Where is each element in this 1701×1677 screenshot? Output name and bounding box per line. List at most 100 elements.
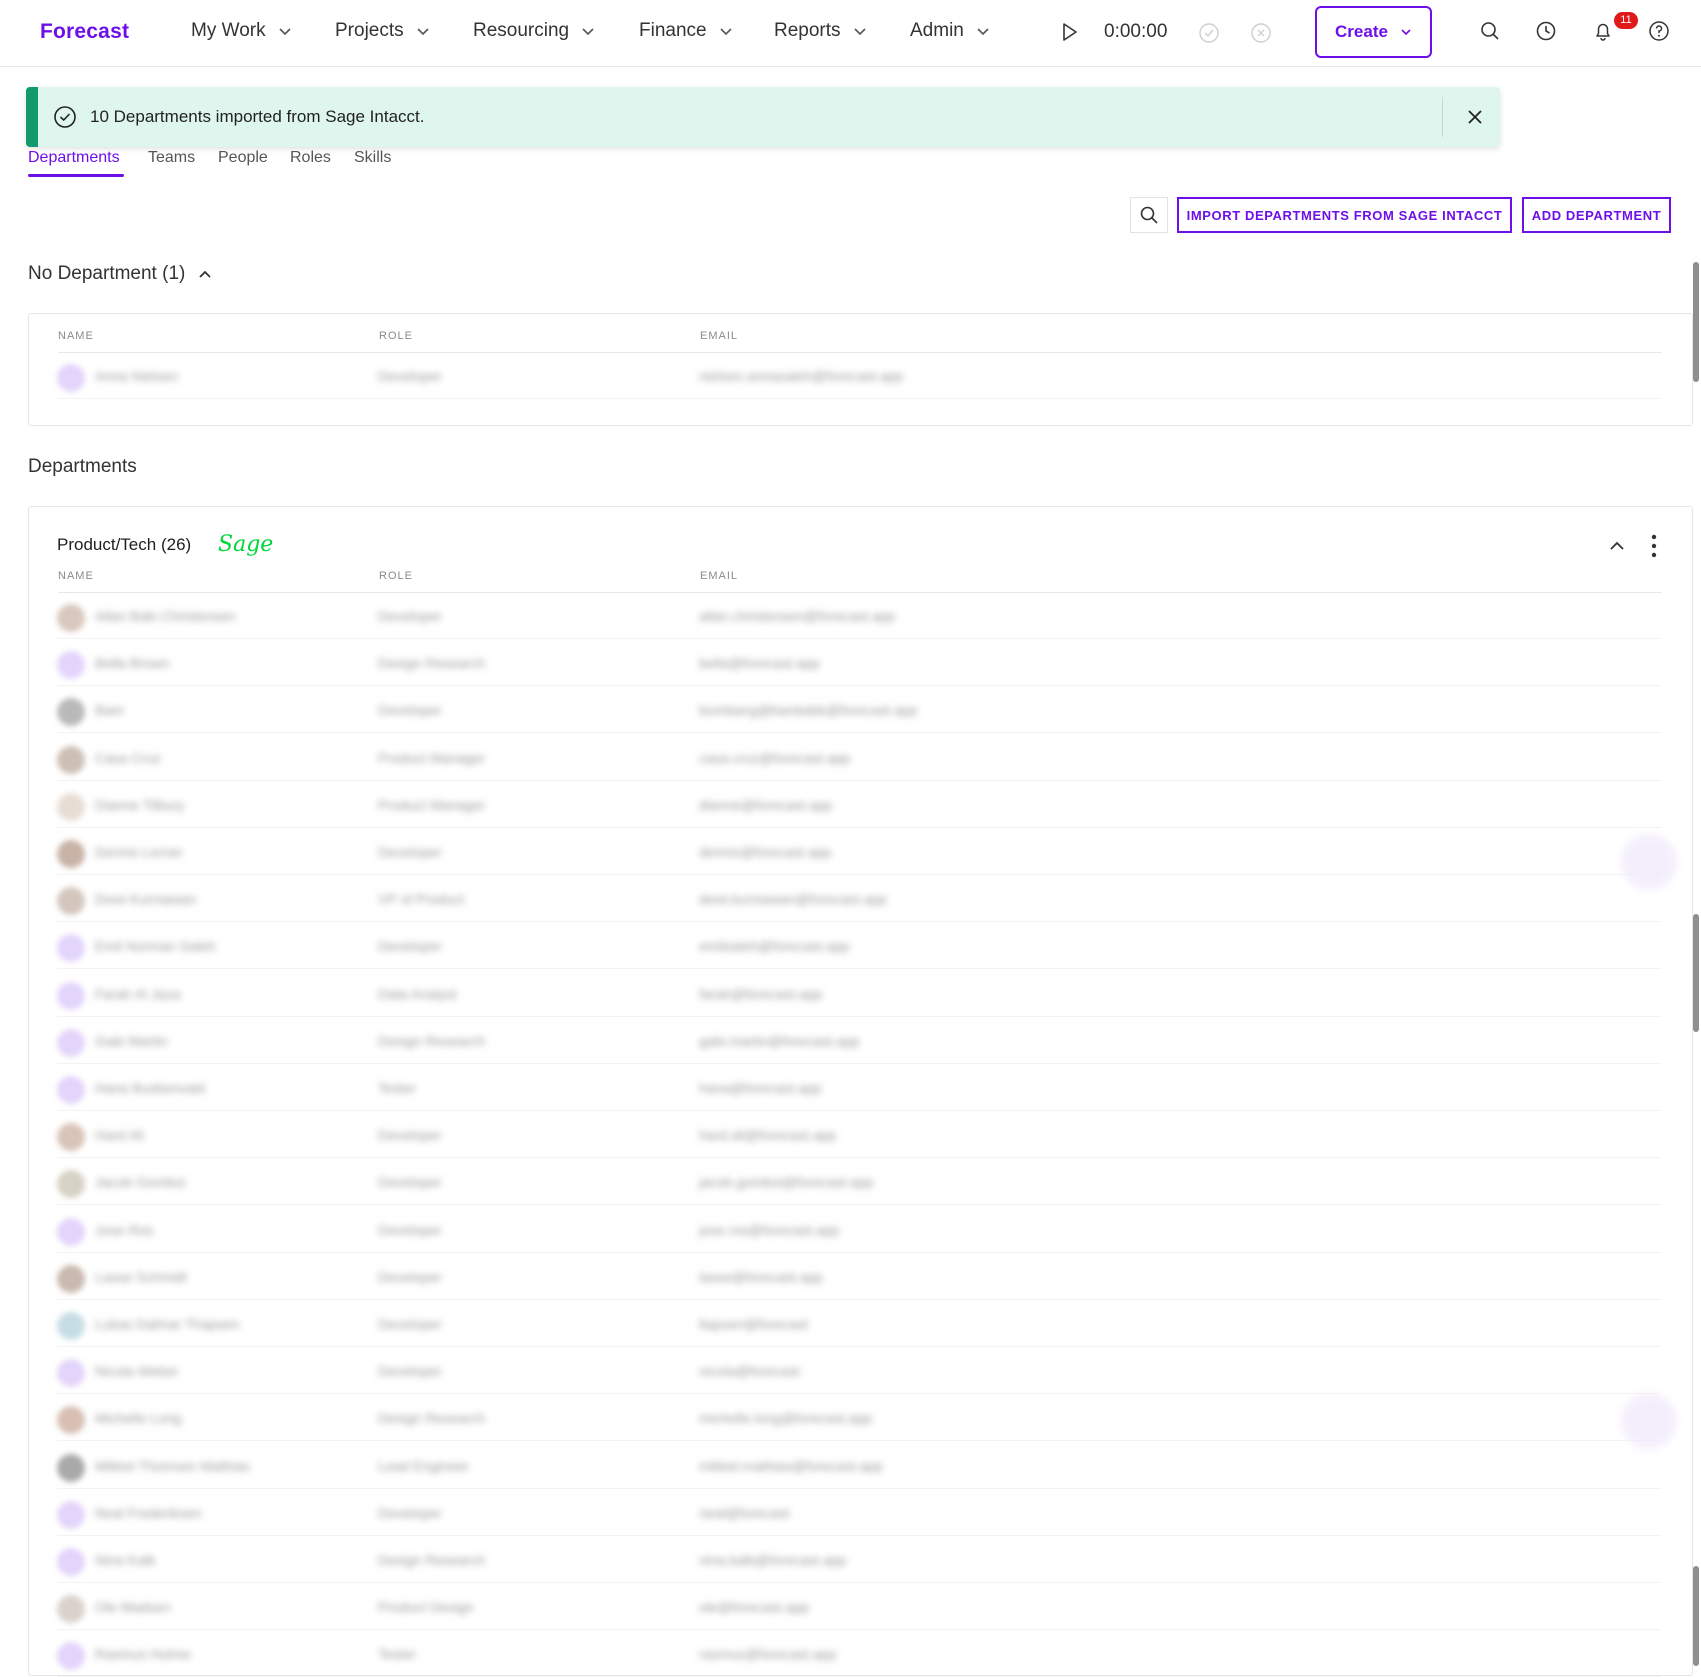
no-department-title: No Department	[28, 263, 157, 284]
person-email: dewi.kurniawan@forecast.app	[699, 891, 887, 908]
toast-accent-bar	[26, 87, 38, 147]
history-icon[interactable]	[1535, 20, 1557, 42]
table-row[interactable]: Gabi Martin Design Research gabi.martin@fo…	[57, 1017, 1661, 1064]
person-role: Design Research	[378, 1552, 486, 1568]
person-name: Casa Cruz	[95, 749, 162, 766]
person-role: Design Research	[378, 1410, 486, 1427]
play-icon[interactable]	[1058, 21, 1080, 43]
check-circle-icon[interactable]	[1198, 22, 1220, 44]
person-name: Allan Baki Christensen	[95, 608, 236, 624]
nav-reports[interactable]: Reports	[774, 20, 867, 42]
avatar	[57, 1548, 85, 1576]
person-name: Bella Brown	[95, 655, 170, 672]
avatar	[57, 1595, 85, 1624]
active-tab-indicator	[28, 174, 124, 177]
person-role: Developer	[378, 844, 442, 860]
table-row[interactable]: Dewi Kurniawan VP of Product dewi.kurniawa…	[57, 875, 1661, 923]
table-row[interactable]: Michelle Long Design Research michelle.lon…	[57, 1394, 1661, 1442]
person-email: jacob.gomboi@forecast.app	[699, 1174, 874, 1191]
create-button[interactable]: Create	[1315, 6, 1432, 58]
table-row[interactable]: Hana Buskenvald Tester hana@forecast.app	[57, 1064, 1661, 1111]
avatar	[57, 745, 85, 774]
table-row[interactable]: Ole Madsen Product Design ole@forecast.app	[57, 1583, 1661, 1631]
nav-finance-label: Finance	[639, 20, 707, 41]
person-name: Dennis Lerner	[95, 844, 183, 860]
column-header-role: ROLE	[379, 570, 413, 582]
table-row[interactable]: Lukas Dalmar Thapsen Developer ltapsen@for…	[57, 1300, 1661, 1347]
person-email: casa.cruz@forecast.app	[699, 749, 851, 766]
person-email: michelle.long@forecast.app	[699, 1410, 872, 1427]
table-row[interactable]: Dianne Tilbury Product Manager dianne@fore…	[57, 781, 1661, 828]
more-vertical-icon[interactable]	[1644, 532, 1664, 560]
person-name: Anna Nielsen	[95, 368, 179, 384]
tab-teams[interactable]: Teams	[148, 149, 195, 167]
notification-badge: 11	[1614, 12, 1638, 29]
table-row[interactable]: Hard Ali Developer hard.ali@forecast.app	[57, 1111, 1661, 1159]
avatar	[57, 840, 85, 868]
scrollbar-thumb[interactable]	[1693, 1566, 1699, 1666]
table-row[interactable]: Nicola Weber Developer nicola@forecast	[57, 1347, 1661, 1395]
chevron-up-icon[interactable]	[1607, 536, 1627, 556]
avatar	[57, 1406, 85, 1435]
nav-finance[interactable]: Finance	[639, 20, 733, 42]
help-icon[interactable]	[1648, 20, 1670, 42]
table-row[interactable]: Rasmus Holme Tester rasmus@forecast.app	[57, 1630, 1661, 1677]
scrollbar-thumb[interactable]	[1693, 262, 1699, 382]
table-row[interactable]: Nina Kalb Design Research nina.kalb@foreca…	[57, 1536, 1661, 1583]
avatar	[57, 698, 85, 727]
add-department-button[interactable]: ADD DEPARTMENT	[1522, 197, 1671, 233]
person-role: Data Analyst	[378, 985, 457, 1002]
table-row[interactable]: Dennis Lerner Developer dennis@forecast.ap…	[57, 828, 1661, 875]
tab-skills[interactable]: Skills	[354, 149, 391, 167]
nav-projects[interactable]: Projects	[335, 20, 430, 42]
table-row[interactable]: Jose Ros Developer jose.ros@forecast.app	[57, 1206, 1661, 1253]
avatar	[57, 1264, 85, 1293]
chevron-up-icon[interactable]	[197, 266, 213, 282]
table-row[interactable]: Allan Baki Christensen Developer allan.chr…	[57, 592, 1661, 639]
nav-resourcing[interactable]: Resourcing	[473, 20, 595, 42]
search-icon[interactable]	[1479, 20, 1501, 42]
scrollbar-thumb[interactable]	[1693, 914, 1699, 1032]
tab-roles[interactable]: Roles	[290, 149, 331, 167]
avatar	[57, 934, 85, 963]
toast-divider	[1442, 97, 1443, 137]
table-row[interactable]: Jacob Gomboi Developer jacob.gomboi@foreca…	[57, 1158, 1661, 1206]
table-row[interactable]: Farah Al Jaza Data Analyst farah@forecast.…	[57, 970, 1661, 1017]
person-role: Developer	[378, 702, 442, 719]
chevron-down-icon	[720, 28, 732, 36]
table-row[interactable]: Neal Frederiksen Developer neal@forecast	[57, 1489, 1661, 1536]
person-name: Hard Ali	[95, 1127, 145, 1144]
department-title: Product/Tech (26)	[57, 535, 191, 555]
column-header-email: EMAIL	[700, 330, 739, 342]
table-row[interactable]: Anna Nielsen Developer nielsen.annasaleh@f…	[57, 352, 1661, 399]
check-circle-icon	[54, 106, 76, 128]
person-email: dennis@forecast.app	[699, 844, 832, 860]
nav-admin-label: Admin	[910, 20, 964, 41]
chevron-down-icon	[1401, 29, 1411, 36]
x-circle-icon[interactable]	[1250, 22, 1272, 44]
table-row[interactable]: Mikkel Thomsen Mathias Lead Engineer mikke…	[57, 1442, 1661, 1489]
table-row[interactable]: Lasse Schmidt Developer lasse@forecast.app	[57, 1253, 1661, 1300]
bell-icon[interactable]	[1592, 20, 1614, 42]
person-role: VP of Product	[378, 891, 465, 908]
avatar	[57, 1217, 85, 1246]
table-row[interactable]: Emil Norman Saleh Developer emilsaleh@fore…	[57, 922, 1661, 970]
floating-action-button[interactable]	[1621, 834, 1677, 890]
forecast-logo[interactable]: Forecast	[40, 20, 129, 44]
table-row[interactable]: Bella Brown Design Research bella@forecast…	[57, 639, 1661, 687]
close-icon[interactable]	[1463, 105, 1487, 129]
tab-departments[interactable]: Departments	[28, 149, 120, 167]
person-role: Design Research	[378, 1032, 486, 1049]
table-row[interactable]: Bam Developer bombang@banbabb@forecast.app	[57, 686, 1661, 734]
avatar	[57, 604, 85, 632]
nav-my-work[interactable]: My Work	[191, 20, 292, 42]
table-row[interactable]: Casa Cruz Product Manager casa.cruz@foreca…	[57, 734, 1661, 781]
no-department-header[interactable]: No Department (1)	[28, 263, 213, 285]
floating-action-button[interactable]	[1621, 1393, 1677, 1449]
nav-admin[interactable]: Admin	[910, 20, 990, 42]
person-role: Tester	[378, 1080, 417, 1096]
search-button[interactable]	[1130, 197, 1168, 233]
column-header-name: NAME	[58, 330, 94, 342]
tab-people[interactable]: People	[218, 149, 268, 167]
import-departments-button[interactable]: IMPORT DEPARTMENTS FROM SAGE INTACCT	[1177, 197, 1512, 233]
